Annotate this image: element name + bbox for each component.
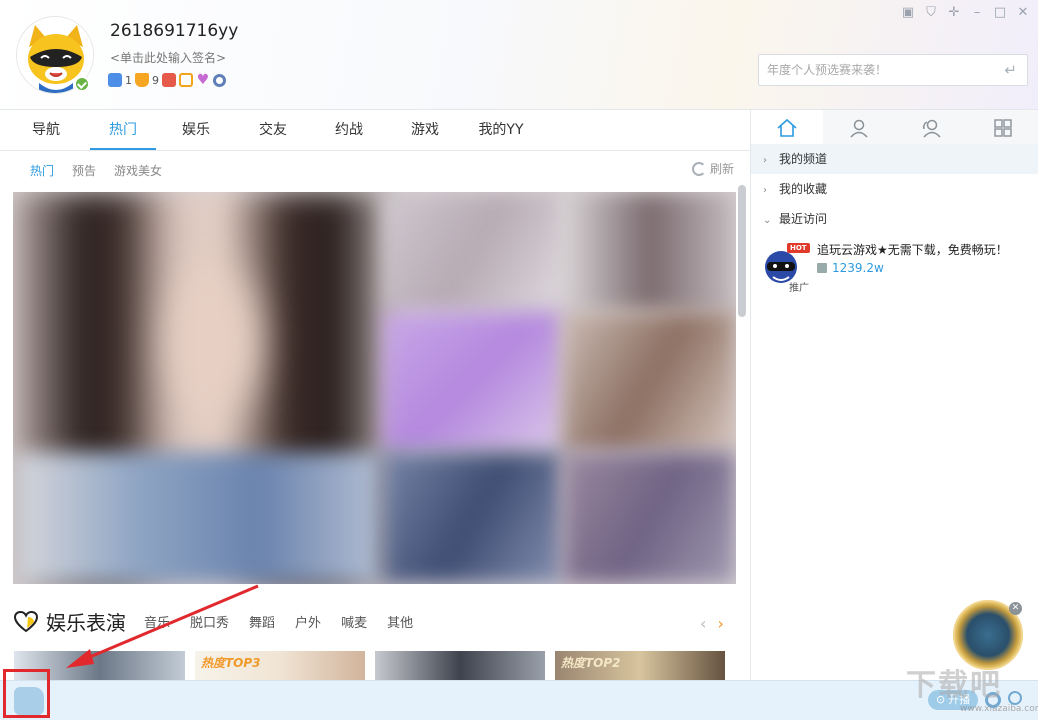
subtabs: 热门 预告 游戏美女 — [30, 162, 162, 179]
section-label: 最近访问 — [779, 212, 828, 226]
username: 2618691716yy — [110, 21, 239, 41]
section-my-favorites[interactable]: › 我的收藏 — [751, 174, 1038, 204]
banner-thumb[interactable] — [383, 192, 563, 312]
scrollbar[interactable] — [738, 185, 746, 317]
search-input[interactable] — [759, 55, 989, 85]
refresh-button[interactable]: 刷新 — [692, 160, 734, 177]
section-label: 我的收藏 — [779, 182, 828, 196]
minimize-icon[interactable]: – — [970, 6, 984, 20]
tab-user[interactable] — [823, 110, 895, 145]
skin-icon[interactable]: ▣ — [901, 6, 915, 20]
channel-title: 追玩云游戏★无需下载，免费畅玩！ — [817, 243, 1008, 257]
bottom-bar: ⊙ 开播 — [0, 680, 1038, 720]
gamepad-icon[interactable] — [108, 73, 122, 87]
enter-icon[interactable]: ↵ — [1004, 61, 1017, 79]
right-panel: › 我的频道 › 我的收藏 ⌄ 最近访问 HOT 追玩云游戏★无需下载，免费畅玩！ 1… — [750, 110, 1038, 680]
banner-thumb[interactable] — [383, 452, 563, 584]
subtab-hot[interactable]: 热门 — [30, 162, 54, 179]
refresh-icon — [692, 161, 706, 176]
close-icon[interactable]: ✕ — [1016, 6, 1030, 20]
main-tabs: 导航 热门 娱乐 交友 约战 游戏 我的YY — [0, 110, 750, 151]
featured-banner[interactable] — [13, 192, 736, 584]
tab-hot[interactable]: 热门 — [90, 110, 156, 151]
online-status-icon — [74, 76, 90, 92]
tab-games[interactable]: 游戏 — [397, 110, 453, 151]
chevron-left-icon[interactable]: ‹ — [700, 614, 706, 633]
section-categories: 音乐 脱口秀 舞蹈 户外 喊麦 其他 — [144, 612, 413, 631]
category-other[interactable]: 其他 — [387, 612, 413, 631]
category-outdoor[interactable]: 户外 — [295, 612, 321, 631]
heart-icon — [13, 610, 39, 633]
category-mc[interactable]: 喊麦 — [341, 612, 367, 631]
category-dance[interactable]: 舞蹈 — [249, 612, 275, 631]
eye-icon[interactable] — [213, 73, 226, 87]
active-tab-indicator — [90, 148, 156, 150]
tab-home[interactable] — [751, 110, 823, 145]
search-icon[interactable] — [1008, 691, 1022, 705]
subtab-game-beauty[interactable]: 游戏美女 — [114, 162, 162, 179]
shirt-icon[interactable]: ⛉ — [924, 6, 938, 20]
banner-thumb[interactable] — [563, 452, 736, 584]
right-tabs — [751, 110, 1038, 146]
watermark-url: www.xiazaiba.com — [960, 704, 1038, 714]
rank-tag: 热度TOP3 — [201, 656, 261, 670]
channel-thumbnail[interactable]: 热度TOP3 — [195, 651, 365, 680]
heart-badge-icon[interactable]: ♥ — [196, 73, 210, 87]
shop-icon[interactable] — [162, 73, 176, 87]
category-talkshow[interactable]: 脱口秀 — [190, 612, 229, 631]
chevron-down-icon: ⌄ — [763, 215, 772, 226]
user-icon — [850, 119, 868, 138]
viewer-count: 1239.2w — [817, 261, 884, 275]
channel-thumbnail[interactable]: 热度TOP2 — [555, 651, 725, 680]
signature-input[interactable]: <单击此处输入签名> — [110, 49, 226, 66]
badge-row: 1 9 ♥ — [108, 73, 226, 87]
tab-my-yy[interactable]: 我的YY — [470, 110, 532, 151]
watermark: 下载吧 — [906, 668, 1002, 703]
refresh-label: 刷新 — [710, 162, 735, 176]
home-icon — [777, 118, 797, 137]
chevron-right-icon[interactable]: › — [718, 614, 724, 633]
banner-thumb[interactable] — [563, 192, 736, 312]
close-float-icon[interactable]: ✕ — [1009, 602, 1022, 615]
play-icon[interactable] — [179, 73, 193, 87]
promo-label: 推广 — [789, 283, 809, 294]
search-box: ↵ — [758, 54, 1028, 86]
badge-count: 9 — [152, 73, 159, 87]
tab-battle[interactable]: 约战 — [321, 110, 377, 151]
annotation-highlight-box — [3, 669, 50, 718]
tab-friends[interactable] — [895, 110, 967, 145]
category-music[interactable]: 音乐 — [144, 612, 170, 631]
friends-icon — [923, 119, 941, 138]
tab-apps[interactable] — [967, 110, 1038, 145]
rank-tag: 热度TOP2 — [561, 656, 621, 670]
badge-count: 1 — [125, 73, 132, 87]
apps-icon — [994, 118, 1012, 137]
profile-header: 2618691716yy <单击此处输入签名> 1 9 ♥ ▣ ⛉ ✛ – □ … — [0, 0, 1038, 110]
banner-thumb[interactable] — [563, 312, 736, 452]
banner-thumb[interactable] — [383, 312, 563, 452]
person-icon — [817, 263, 827, 273]
subtab-preview[interactable]: 预告 — [72, 162, 96, 179]
banner-thumb[interactable] — [13, 452, 383, 584]
section-pager: ‹ › — [700, 614, 724, 633]
tab-nav[interactable]: 导航 — [18, 110, 74, 151]
tab-dating[interactable]: 交友 — [245, 110, 301, 151]
section-label: 我的频道 — [779, 152, 828, 166]
chevron-right-icon: › — [763, 155, 767, 166]
window-controls: ▣ ⛉ ✛ – □ ✕ — [901, 6, 1030, 20]
main-content: 导航 热门 娱乐 交友 约战 游戏 我的YY 热门 预告 游戏美女 刷新 娱乐表… — [0, 110, 750, 680]
tab-entertainment[interactable]: 娱乐 — [168, 110, 224, 151]
channel-thumbnail[interactable] — [375, 651, 545, 680]
recent-channel-item[interactable]: HOT 追玩云游戏★无需下载，免费畅玩！ 1239.2w 推广 — [763, 241, 1033, 294]
viewer-count-value: 1239.2w — [832, 261, 884, 275]
hands-icon[interactable] — [135, 73, 149, 87]
chevron-right-icon: › — [763, 185, 767, 196]
section-my-channels[interactable]: › 我的频道 — [751, 144, 1038, 174]
pin-icon[interactable]: ✛ — [947, 6, 961, 20]
section-title: 娱乐表演 — [46, 611, 126, 635]
section-recent-visits[interactable]: ⌄ 最近访问 — [751, 204, 1038, 234]
hot-badge: HOT — [787, 243, 810, 253]
maximize-icon[interactable]: □ — [993, 6, 1007, 20]
section-header: 娱乐表演 音乐 脱口秀 舞蹈 户外 喊麦 其他 — [13, 607, 413, 636]
